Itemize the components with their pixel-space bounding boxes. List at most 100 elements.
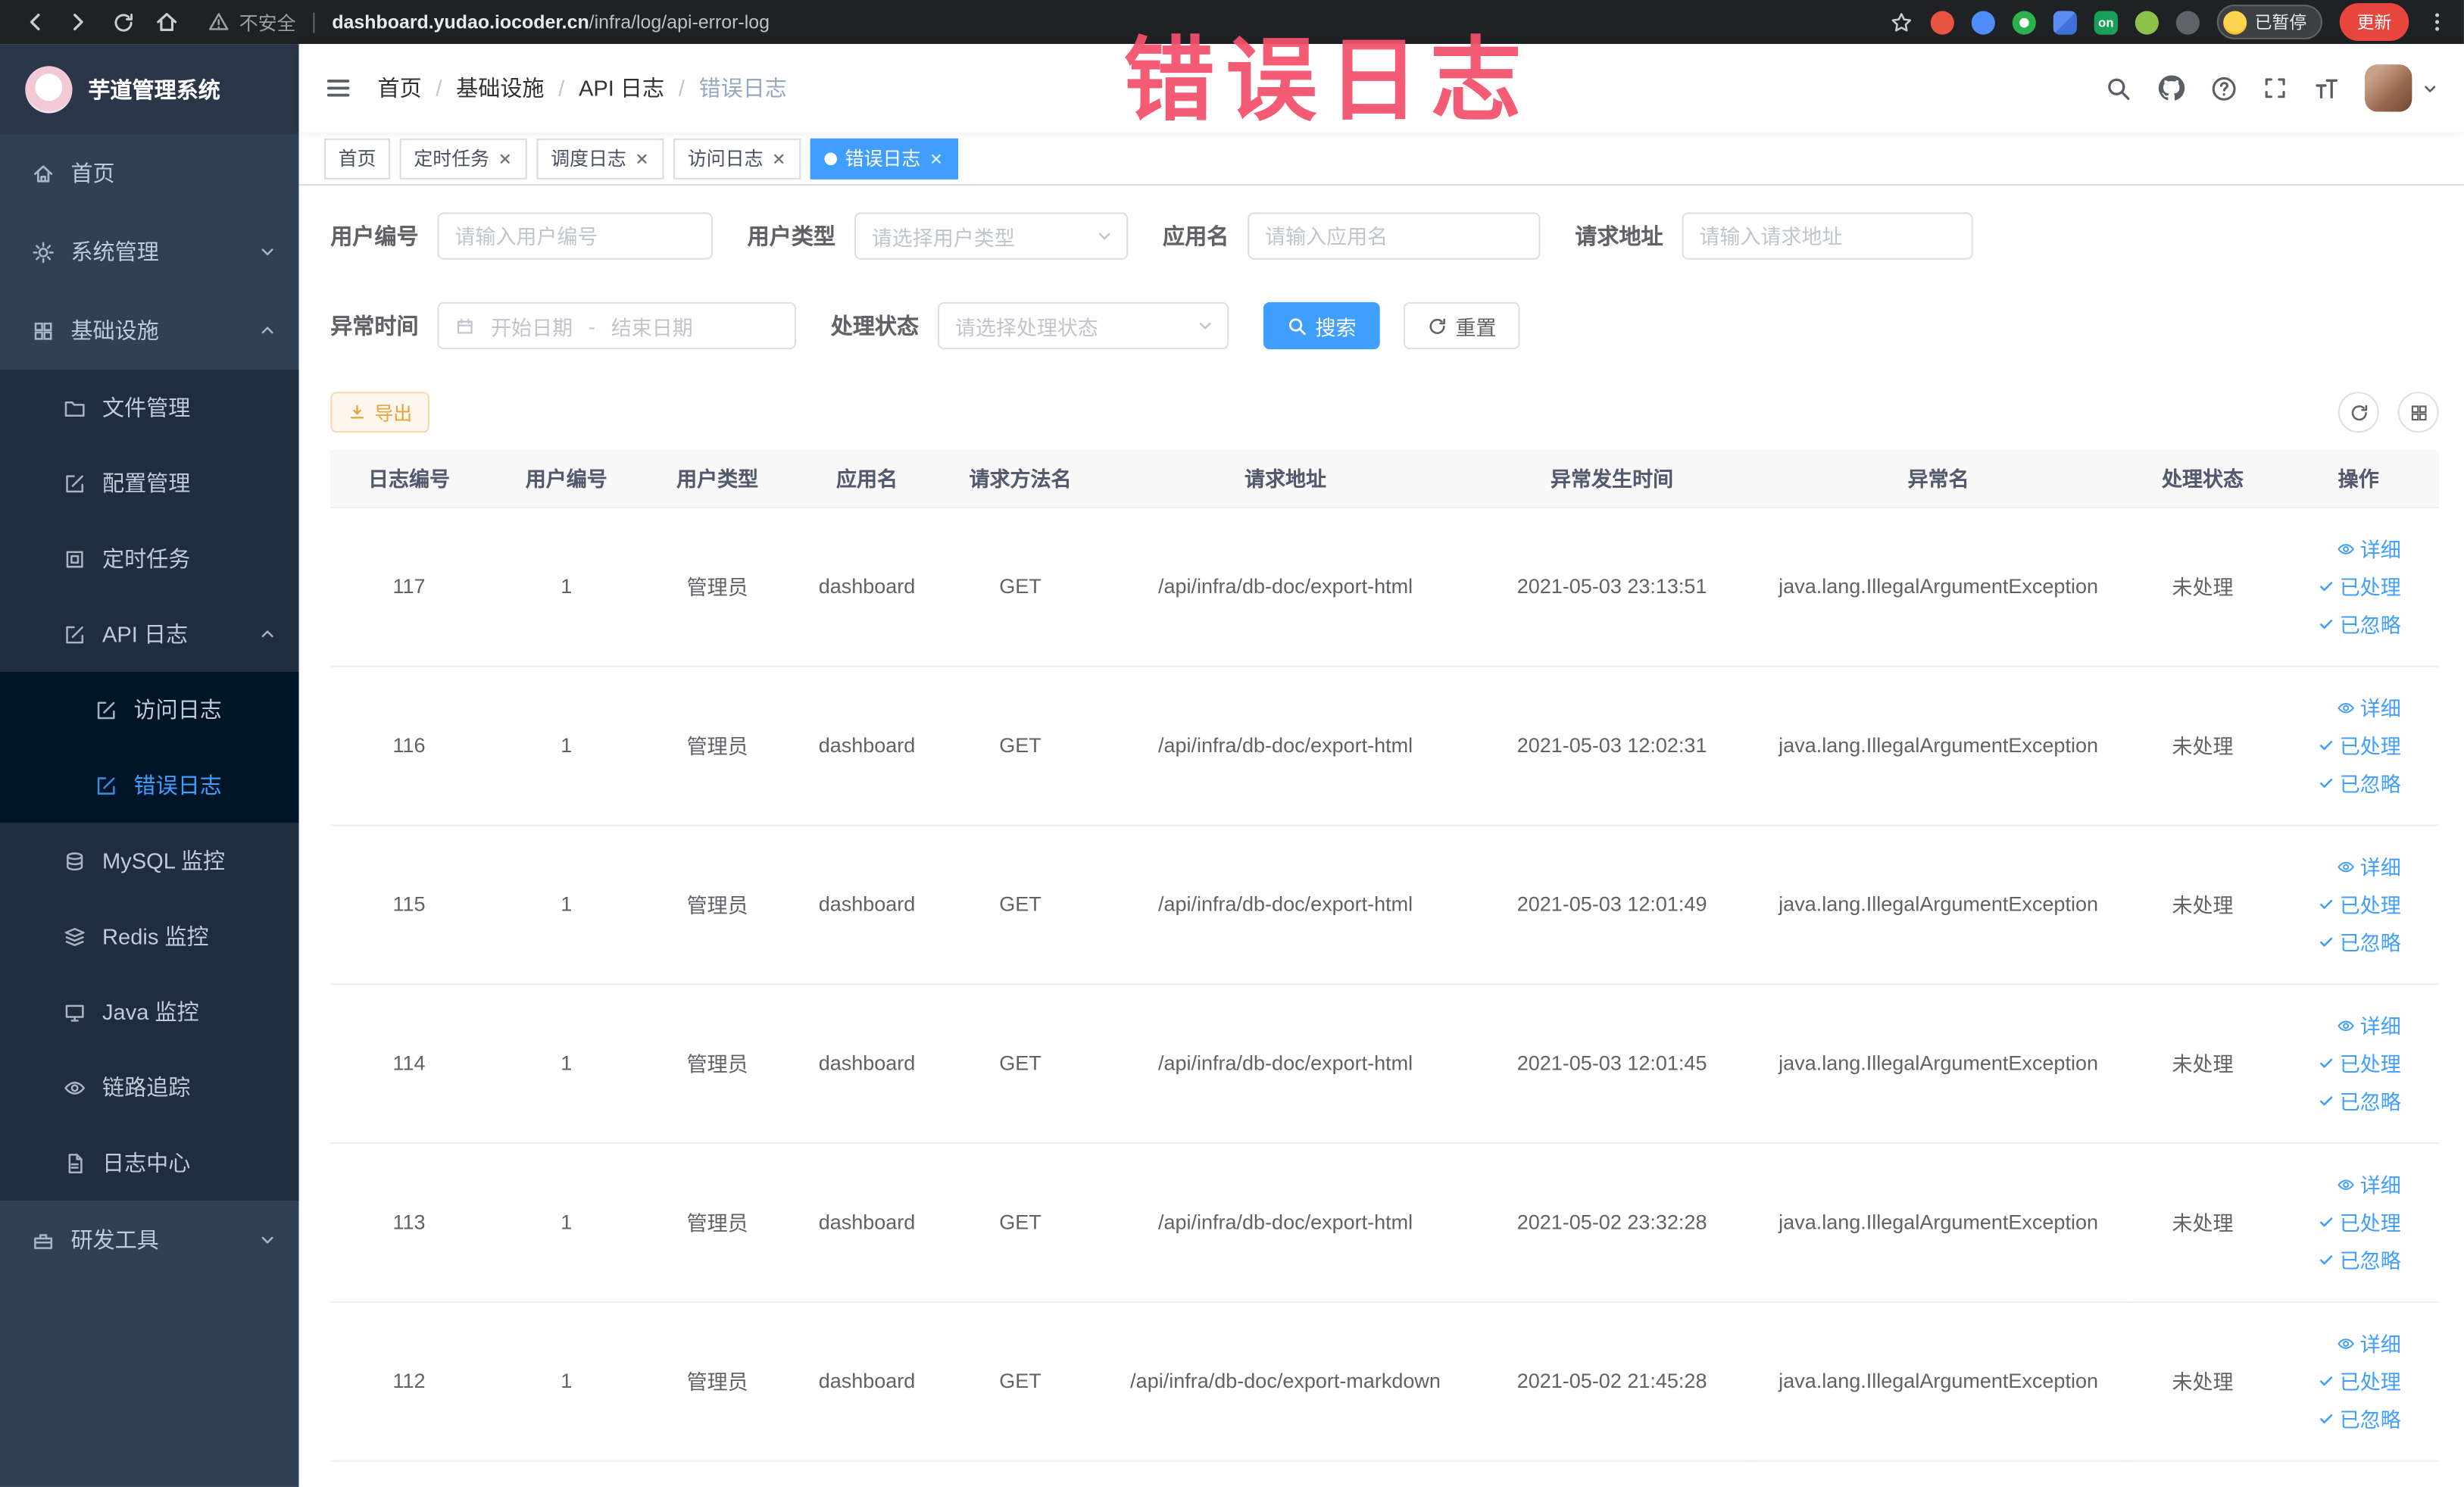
mark-ignored-link[interactable]: 已忽略 bbox=[2318, 609, 2401, 639]
mark-ignored-link[interactable]: 已忽略 bbox=[2318, 1404, 2401, 1433]
breadcrumb-item[interactable]: API 日志 bbox=[579, 73, 664, 105]
process-status-select[interactable]: 请选择处理状态 bbox=[938, 301, 1229, 350]
fullscreen-icon[interactable] bbox=[2263, 76, 2288, 101]
browser-reload-button[interactable] bbox=[104, 5, 142, 39]
help-icon[interactable] bbox=[2210, 75, 2237, 102]
export-button[interactable]: 导出 bbox=[330, 392, 430, 433]
tab-close-icon[interactable] bbox=[497, 150, 513, 166]
detail-link-label: 详细 bbox=[2359, 1014, 2401, 1039]
detail-link[interactable]: 详细 bbox=[2337, 1328, 2401, 1357]
sidebar-item-label: API 日志 bbox=[102, 621, 189, 647]
tab-error-log[interactable]: 错误日志 bbox=[810, 137, 959, 179]
sidebar-item-redis-monitor[interactable]: Redis 监控 bbox=[0, 898, 299, 974]
tab-dispatch-log[interactable]: 调度日志 bbox=[536, 137, 664, 179]
kebab-menu-icon[interactable] bbox=[2426, 11, 2448, 33]
app-logo[interactable]: 芋道管理系统 bbox=[0, 44, 299, 134]
browser-extension-icon[interactable] bbox=[2053, 10, 2077, 34]
sidebar-item-system[interactable]: 系统管理 bbox=[0, 212, 299, 291]
infra-submenu: 文件管理 配置管理 定时任务 API 日志 访问日志 错误日志 MySQL 监控… bbox=[0, 370, 299, 1201]
sidebar-item-dev-tools[interactable]: 研发工具 bbox=[0, 1201, 299, 1279]
cell-method: GET bbox=[944, 983, 1097, 1144]
browser-extension-icon[interactable] bbox=[2135, 10, 2159, 34]
eye-icon bbox=[64, 1080, 86, 1094]
document-icon bbox=[68, 1153, 83, 1173]
sidebar-item-scheduled-jobs[interactable]: 定时任务 bbox=[0, 520, 299, 597]
detail-link[interactable]: 详细 bbox=[2337, 851, 2401, 881]
user-type-select[interactable]: 请选择用户类型 bbox=[854, 212, 1129, 260]
sidebar-item-log-center[interactable]: 日志中心 bbox=[0, 1125, 299, 1201]
browser-extension-on-icon[interactable]: on bbox=[2094, 10, 2118, 34]
sidebar-item-infra[interactable]: 基础设施 bbox=[0, 291, 299, 370]
tab-home[interactable]: 首页 bbox=[323, 137, 391, 179]
mark-processed-link[interactable]: 已处理 bbox=[2318, 889, 2401, 919]
search-icon bbox=[1289, 317, 1306, 335]
table-header-row: 日志编号 用户编号 用户类型 应用名 请求方法名 请求地址 异常发生时间 异常名… bbox=[330, 450, 2439, 508]
refresh-icon bbox=[1429, 317, 1445, 333]
browser-back-button[interactable] bbox=[16, 5, 54, 39]
search-icon[interactable] bbox=[2105, 75, 2131, 102]
browser-home-button[interactable] bbox=[148, 5, 186, 39]
browser-extension-icon[interactable] bbox=[1930, 10, 1954, 34]
cell-log-id: 112 bbox=[330, 1301, 488, 1461]
tab-access-log[interactable]: 访问日志 bbox=[673, 137, 801, 179]
column-header-exception-name: 异常名 bbox=[1749, 450, 2128, 508]
tab-close-icon[interactable] bbox=[771, 150, 787, 166]
sidebar-item-home[interactable]: 首页 bbox=[0, 134, 299, 213]
cell-exception-time: 2021-05-02 21:45:28 bbox=[1474, 1301, 1750, 1461]
sidebar-item-link-trace[interactable]: 链路追踪 bbox=[0, 1049, 299, 1126]
search-button[interactable]: 搜索 bbox=[1263, 301, 1380, 350]
sidebar-item-label: 错误日志 bbox=[133, 772, 222, 798]
detail-link[interactable]: 详细 bbox=[2337, 1169, 2401, 1198]
url-bar[interactable]: 不安全 dashboard.yudao.iocoder.cn/infra/log… bbox=[208, 8, 770, 35]
mark-processed-link[interactable]: 已处理 bbox=[2318, 1207, 2401, 1236]
table-row: 114 1 管理员 dashboard GET /api/infra/db-do… bbox=[330, 983, 2439, 1144]
browser-extension-icon[interactable] bbox=[2012, 10, 2036, 34]
tab-close-icon[interactable] bbox=[929, 150, 945, 166]
mark-ignored-link[interactable]: 已忽略 bbox=[2318, 1245, 2401, 1274]
mark-processed-link[interactable]: 已处理 bbox=[2318, 1366, 2401, 1395]
cell-exception-name: java.lang.IllegalArgumentException bbox=[1749, 1142, 2128, 1302]
column-settings-button[interactable] bbox=[2397, 392, 2439, 433]
reset-button[interactable]: 重置 bbox=[1403, 301, 1520, 350]
font-size-icon[interactable] bbox=[2313, 75, 2339, 102]
detail-link[interactable]: 详细 bbox=[2337, 692, 2401, 722]
tab-close-icon[interactable] bbox=[634, 150, 650, 166]
user-menu[interactable] bbox=[2365, 64, 2439, 112]
detail-link[interactable]: 详细 bbox=[2337, 533, 2401, 563]
app-name-input[interactable] bbox=[1248, 212, 1541, 260]
mark-ignored-link[interactable]: 已忽略 bbox=[2318, 1086, 2401, 1115]
breadcrumb-separator: / bbox=[558, 75, 565, 101]
browser-update-button[interactable]: 更新 bbox=[2339, 3, 2409, 42]
sidebar-item-api-log[interactable]: API 日志 bbox=[0, 596, 299, 672]
breadcrumb-item[interactable]: 首页 bbox=[378, 73, 422, 105]
breadcrumb-item[interactable]: 基础设施 bbox=[456, 73, 544, 105]
sidebar-item-java-monitor[interactable]: Java 监控 bbox=[0, 973, 299, 1050]
github-icon[interactable] bbox=[2157, 74, 2185, 102]
exception-time-range-picker[interactable]: 开始日期 - 结束日期 bbox=[437, 301, 797, 350]
sidebar-item-label: 首页 bbox=[70, 160, 115, 186]
request-url-input[interactable] bbox=[1682, 212, 1973, 260]
user-id-input[interactable] bbox=[437, 212, 713, 260]
sidebar-item-access-log[interactable]: 访问日志 bbox=[0, 671, 299, 748]
browser-extension-icon[interactable] bbox=[1971, 10, 1995, 34]
column-header-request-url: 请求地址 bbox=[1096, 450, 1475, 508]
refresh-table-button[interactable] bbox=[2338, 392, 2379, 433]
mark-processed-link[interactable]: 已处理 bbox=[2318, 571, 2401, 601]
sidebar-toggle-button[interactable] bbox=[299, 44, 378, 132]
tab-scheduled-jobs[interactable]: 定时任务 bbox=[399, 137, 527, 179]
sidebar-item-mysql-monitor[interactable]: MySQL 监控 bbox=[0, 823, 299, 899]
bookmark-star-icon[interactable] bbox=[1890, 11, 1913, 34]
mark-processed-link[interactable]: 已处理 bbox=[2318, 730, 2401, 760]
mark-ignored-link[interactable]: 已忽略 bbox=[2318, 926, 2401, 956]
detail-link[interactable]: 详细 bbox=[2337, 1011, 2401, 1040]
paused-badge[interactable]: 已暂停 bbox=[2216, 5, 2322, 39]
divider bbox=[313, 11, 315, 33]
sidebar-item-config-management[interactable]: 配置管理 bbox=[0, 445, 299, 521]
mark-processed-link[interactable]: 已处理 bbox=[2318, 1048, 2401, 1077]
sidebar-item-file-management[interactable]: 文件管理 bbox=[0, 370, 299, 445]
arrow-left-icon bbox=[30, 14, 40, 31]
browser-extension-icon[interactable] bbox=[2175, 10, 2200, 34]
browser-forward-button[interactable] bbox=[60, 5, 98, 39]
mark-ignored-link[interactable]: 已忽略 bbox=[2318, 768, 2401, 798]
sidebar-item-error-log[interactable]: 错误日志 bbox=[0, 747, 299, 823]
